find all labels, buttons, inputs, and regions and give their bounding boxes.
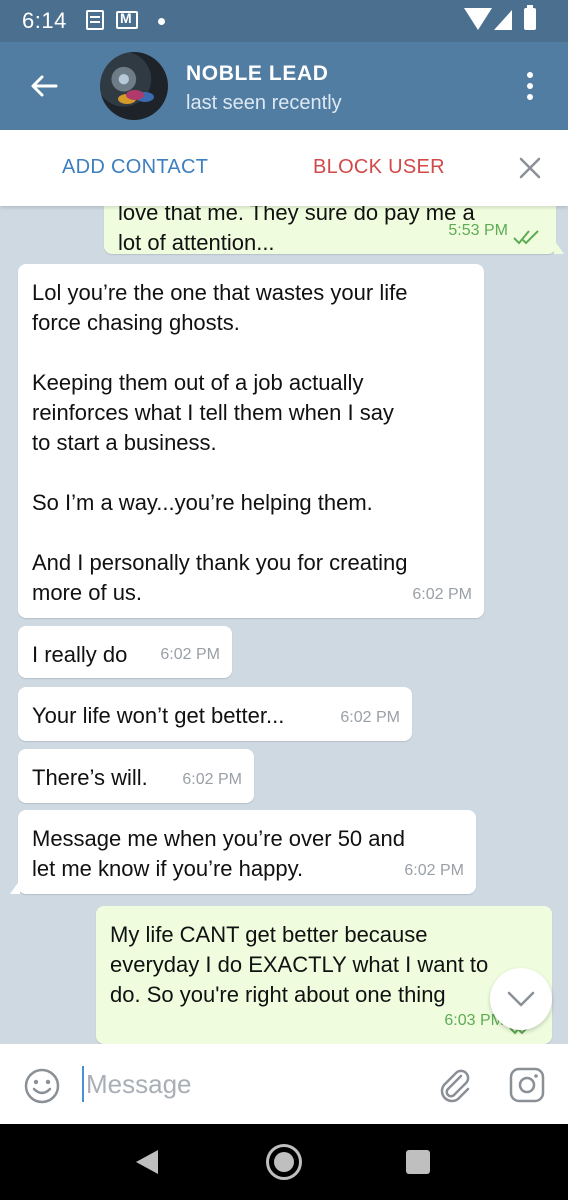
paperclip-icon[interactable] [434,1064,474,1104]
message-text: Lol you’re the one that wastes your life… [32,280,408,605]
message-time: 5:53 PM [448,222,508,239]
message-time: 6:02 PM [160,646,220,663]
message-input-bar [0,1044,568,1124]
close-button[interactable] [514,152,546,184]
action-bar: ADD CONTACT BLOCK USER [0,130,568,206]
status-time: 6:14 [22,8,67,33]
wifi-icon [464,8,492,30]
back-arrow-icon [31,75,58,97]
scroll-to-bottom-button[interactable] [490,968,552,1030]
message-bubble-incoming[interactable]: Message me when you’re over 50 and let m… [10,810,476,894]
emoji-icon[interactable] [22,1066,62,1106]
notification-gmail-icon [116,10,138,29]
message-bubble-outgoing[interactable]: love that me. They sure do pay me a lot … [104,206,564,255]
nav-back-icon[interactable] [136,1150,158,1174]
message-text: My life CANT get better because everyday… [110,922,489,1007]
nav-home-icon[interactable] [266,1144,302,1180]
chat-header: NOBLE LEAD last seen recently [0,42,568,130]
battery-icon [524,5,536,30]
add-contact-button[interactable]: ADD CONTACT [62,156,208,179]
message-time: 6:02 PM [340,709,400,726]
message-bubble-incoming[interactable]: Your life won’t get better... 6:02 PM [18,687,412,741]
message-time: 6:02 PM [404,862,464,879]
block-user-button[interactable]: BLOCK USER [313,156,445,179]
message-bubble-incoming[interactable]: There’s will. 6:02 PM [18,749,254,803]
contact-status: last seen recently [186,92,342,114]
message-bubble-incoming[interactable]: I really do 6:02 PM [18,626,232,678]
chat-area[interactable]: love that me. They sure do pay me a lot … [0,206,568,1044]
chevron-down-icon [507,991,535,1007]
message-input[interactable] [86,1066,406,1102]
message-bubble-incoming[interactable]: Lol you’re the one that wastes your life… [18,264,484,618]
more-vertical-icon [527,72,533,78]
back-button[interactable] [22,64,66,108]
message-text: Message me when you’re over 50 and let m… [32,826,405,881]
close-icon [519,157,541,179]
double-check-icon [513,230,539,245]
system-navigation-bar [0,1124,568,1200]
text-cursor [82,1066,84,1102]
message-bubble-outgoing[interactable]: My life CANT get better because everyday… [96,906,552,1044]
signal-icon [494,10,512,30]
camera-icon[interactable] [508,1066,546,1104]
more-options-button[interactable] [512,66,548,106]
nav-recents-icon[interactable] [406,1150,430,1174]
message-time: 6:02 PM [182,771,242,788]
message-time: 6:02 PM [412,586,472,603]
status-bar: 6:14 [0,0,568,42]
contact-name[interactable]: NOBLE LEAD [186,62,329,86]
notification-document-icon [86,10,104,30]
avatar[interactable] [100,52,168,120]
notification-dot-icon [158,18,165,25]
